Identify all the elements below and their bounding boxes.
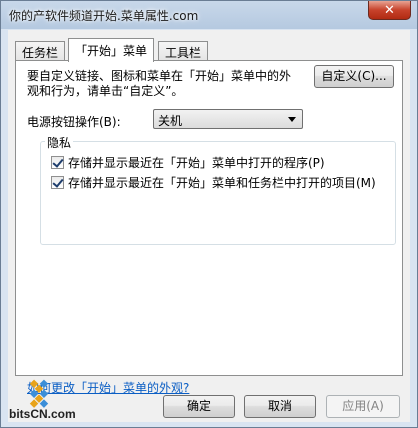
privacy-group-label: 隐私: [45, 134, 74, 151]
dialog-client: 任务栏 「开始」菜单 工具栏 要自定义链接、图标和菜单在「开始」菜单中的外观和行…: [8, 30, 410, 422]
customize-button[interactable]: 自定义(C)...: [314, 65, 394, 88]
chevron-down-icon: [288, 117, 296, 122]
tab-start-menu[interactable]: 「开始」菜单: [68, 38, 155, 62]
tab-panel: 要自定义链接、图标和菜单在「开始」菜单中的外观和行为，请单击“自定义”。 自定义…: [15, 60, 403, 376]
recent-programs-option[interactable]: 存储并显示最近在「开始」菜单中打开的程序(P): [51, 154, 325, 171]
power-button-label: 电源按钮操作(B):: [27, 115, 121, 129]
power-action-select[interactable]: 关机: [153, 109, 303, 129]
recent-items-option[interactable]: 存储并显示最近在「开始」菜单和任务栏中打开的项目(M): [51, 174, 376, 191]
privacy-group: 隐私 存储并显示最近在「开始」菜单中打开的程序(P) 存储并显示最近在「开始」菜…: [40, 134, 396, 245]
apply-button[interactable]: 应用(A): [326, 395, 400, 418]
description-text: 要自定义链接、图标和菜单在「开始」菜单中的外观和行为，请单击“自定义”。: [27, 69, 292, 98]
close-button[interactable]: ✕: [368, 1, 411, 20]
window-title: 你的产软件频道开始.菜单属性.com: [9, 9, 199, 23]
tab-taskbar[interactable]: 任务栏: [15, 41, 66, 61]
title-bar[interactable]: 你的产软件频道开始.菜单属性.com ✕: [1, 1, 417, 29]
recent-programs-label: 存储并显示最近在「开始」菜单中打开的程序(P): [68, 156, 325, 170]
recent-items-label: 存储并显示最近在「开始」菜单和任务栏中打开的项目(M): [68, 176, 376, 190]
recent-items-checkbox[interactable]: [51, 176, 64, 189]
ok-button[interactable]: 确定: [163, 395, 235, 418]
tab-toolbars[interactable]: 工具栏: [158, 41, 209, 61]
watermark-text: bitsCN.com: [9, 407, 76, 421]
cancel-button[interactable]: 取消: [244, 395, 316, 418]
recent-programs-checkbox[interactable]: [51, 156, 64, 169]
power-action-value: 关机: [158, 114, 183, 128]
dialog-window: 你的产软件频道开始.菜单属性.com ✕ 任务栏 「开始」菜单 工具栏 要自定义…: [0, 0, 418, 428]
